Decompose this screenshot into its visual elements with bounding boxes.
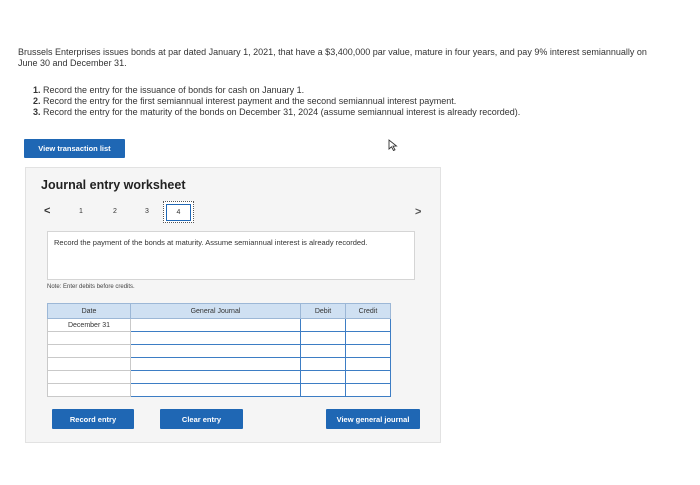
date-cell: December 31 bbox=[47, 318, 131, 332]
previous-arrow-icon[interactable]: < bbox=[44, 205, 50, 217]
requirement-1-number: 1. bbox=[33, 85, 41, 95]
date-cell bbox=[47, 370, 131, 384]
credit-field[interactable] bbox=[345, 383, 391, 397]
account-field[interactable] bbox=[130, 318, 301, 332]
debit-field[interactable] bbox=[300, 318, 346, 332]
date-header: Date bbox=[47, 303, 131, 319]
view-general-journal-button[interactable]: View general journal bbox=[326, 409, 420, 429]
account-field[interactable] bbox=[130, 370, 301, 384]
tab-3[interactable]: 3 bbox=[145, 208, 149, 215]
requirement-3-number: 3. bbox=[33, 107, 41, 117]
tab-4-label: 4 bbox=[166, 203, 191, 221]
tab-2[interactable]: 2 bbox=[113, 208, 117, 215]
table-row: December 31 bbox=[47, 318, 391, 332]
account-field[interactable] bbox=[130, 383, 301, 397]
account-field[interactable] bbox=[130, 344, 301, 358]
mouse-cursor-icon bbox=[388, 139, 398, 151]
debit-field[interactable] bbox=[300, 344, 346, 358]
note-text: Note: Enter debits before credits. bbox=[47, 284, 135, 290]
requirement-2: 2. Record the entry for the first semian… bbox=[33, 96, 653, 107]
requirement-3: 3. Record the entry for the maturity of … bbox=[33, 107, 653, 118]
table-row bbox=[47, 344, 391, 358]
requirement-2-number: 2. bbox=[33, 96, 41, 106]
credit-field[interactable] bbox=[345, 318, 391, 332]
debit-field[interactable] bbox=[300, 331, 346, 345]
credit-field[interactable] bbox=[345, 370, 391, 384]
tab-1[interactable]: 1 bbox=[79, 208, 83, 215]
debit-header: Debit bbox=[300, 303, 346, 319]
general-journal-header: General Journal bbox=[130, 303, 301, 319]
table-row bbox=[47, 331, 391, 345]
requirement-3-text: Record the entry for the maturity of the… bbox=[43, 107, 521, 117]
instruction-box: Record the payment of the bonds at matur… bbox=[47, 231, 415, 280]
clear-entry-button[interactable]: Clear entry bbox=[160, 409, 243, 429]
problem-statement: Brussels Enterprises issues bonds at par… bbox=[18, 47, 647, 68]
credit-field[interactable] bbox=[345, 344, 391, 358]
table-row bbox=[47, 370, 391, 384]
debit-field[interactable] bbox=[300, 383, 346, 397]
account-field[interactable] bbox=[130, 357, 301, 371]
date-cell bbox=[47, 357, 131, 371]
date-cell bbox=[47, 383, 131, 397]
date-cell bbox=[47, 331, 131, 345]
credit-field[interactable] bbox=[345, 331, 391, 345]
table-row bbox=[47, 357, 391, 371]
view-transaction-list-button[interactable]: View transaction list bbox=[24, 139, 125, 158]
requirements-list: 1. Record the entry for the issuance of … bbox=[33, 85, 653, 118]
requirement-2-text: Record the entry for the first semiannua… bbox=[43, 96, 457, 106]
date-cell bbox=[47, 344, 131, 358]
journal-table: Date General Journal Debit Credit Decemb… bbox=[47, 303, 391, 397]
requirement-1: 1. Record the entry for the issuance of … bbox=[33, 85, 653, 96]
account-field[interactable] bbox=[130, 331, 301, 345]
record-entry-button[interactable]: Record entry bbox=[52, 409, 134, 429]
worksheet-title: Journal entry worksheet bbox=[41, 178, 186, 192]
debit-field[interactable] bbox=[300, 370, 346, 384]
journal-header-row: Date General Journal Debit Credit bbox=[47, 303, 391, 319]
requirement-1-text: Record the entry for the issuance of bon… bbox=[43, 85, 305, 95]
tab-4-active[interactable]: 4 bbox=[163, 201, 194, 223]
credit-field[interactable] bbox=[345, 357, 391, 371]
table-row bbox=[47, 383, 391, 397]
page: Brussels Enterprises issues bonds at par… bbox=[0, 0, 700, 485]
credit-header: Credit bbox=[345, 303, 391, 319]
next-arrow-icon[interactable]: > bbox=[415, 206, 421, 218]
debit-field[interactable] bbox=[300, 357, 346, 371]
